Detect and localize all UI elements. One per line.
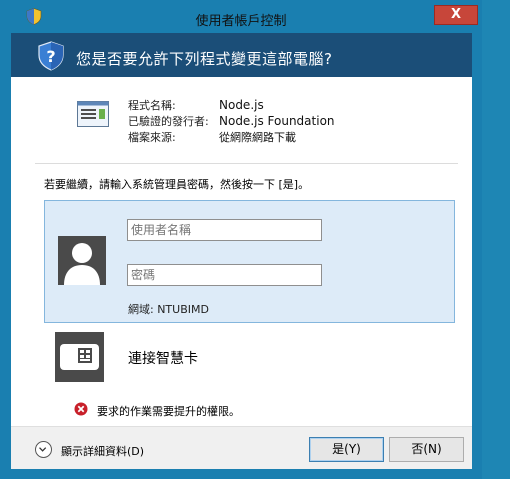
svg-text:?: ? — [46, 47, 55, 66]
user-avatar-icon — [58, 236, 106, 285]
smartcard-icon[interactable] — [55, 332, 104, 382]
program-name-label: 程式名稱: — [128, 99, 176, 112]
username-input[interactable] — [127, 219, 322, 241]
error-icon — [74, 402, 88, 416]
dialog-content: 程式名稱: Node.js 已驗證的發行者: Node.js Foundatio… — [11, 77, 472, 469]
divider — [35, 163, 458, 164]
program-name-value: Node.js — [219, 98, 264, 112]
program-name-row: 程式名稱: Node.js — [128, 97, 335, 113]
file-origin-row: 檔案來源: 從網際網路下載 — [128, 129, 335, 145]
instruction-text: 若要繼續，請輸入系統管理員密碼，然後按一下 [是]。 — [44, 178, 310, 191]
password-input[interactable] — [127, 264, 322, 286]
program-icon — [77, 101, 109, 127]
chevron-down-icon[interactable] — [35, 441, 52, 458]
program-info: 程式名稱: Node.js 已驗證的發行者: Node.js Foundatio… — [128, 97, 335, 145]
yes-button[interactable]: 是(Y) — [309, 437, 384, 462]
no-button[interactable]: 否(N) — [389, 437, 464, 462]
close-button[interactable]: X — [434, 5, 478, 25]
header-band: ? 您是否要允許下列程式變更這部電腦? — [11, 33, 472, 77]
header-question: 您是否要允許下列程式變更這部電腦? — [76, 50, 333, 68]
error-message: 要求的作業需要提升的權限。 — [97, 405, 240, 418]
domain-label: 網域: NTUBIMD — [128, 303, 209, 316]
show-details-link[interactable]: 顯示詳細資料(D) — [61, 443, 144, 459]
publisher-value: Node.js Foundation — [219, 114, 335, 128]
publisher-row: 已驗證的發行者: Node.js Foundation — [128, 113, 335, 129]
uac-dialog: 使用者帳戶控制 X ? 您是否要允許下列程式變更這部電腦? 程式名稱: Node… — [0, 0, 482, 479]
credential-panel[interactable]: 網域: NTUBIMD — [44, 200, 455, 323]
window-title: 使用者帳戶控制 — [195, 14, 287, 29]
uac-shield-icon: ? — [38, 41, 64, 71]
file-origin-value: 從網際網路下載 — [219, 131, 296, 144]
dialog-footer: 顯示詳細資料(D) 是(Y) 否(N) — [11, 426, 472, 469]
desktop-background — [482, 0, 510, 479]
publisher-label: 已驗證的發行者: — [128, 115, 209, 128]
file-origin-label: 檔案來源: — [128, 131, 176, 144]
title-bar[interactable]: 使用者帳戶控制 X — [0, 0, 482, 33]
smartcard-option[interactable]: 連接智慧卡 — [128, 348, 198, 368]
